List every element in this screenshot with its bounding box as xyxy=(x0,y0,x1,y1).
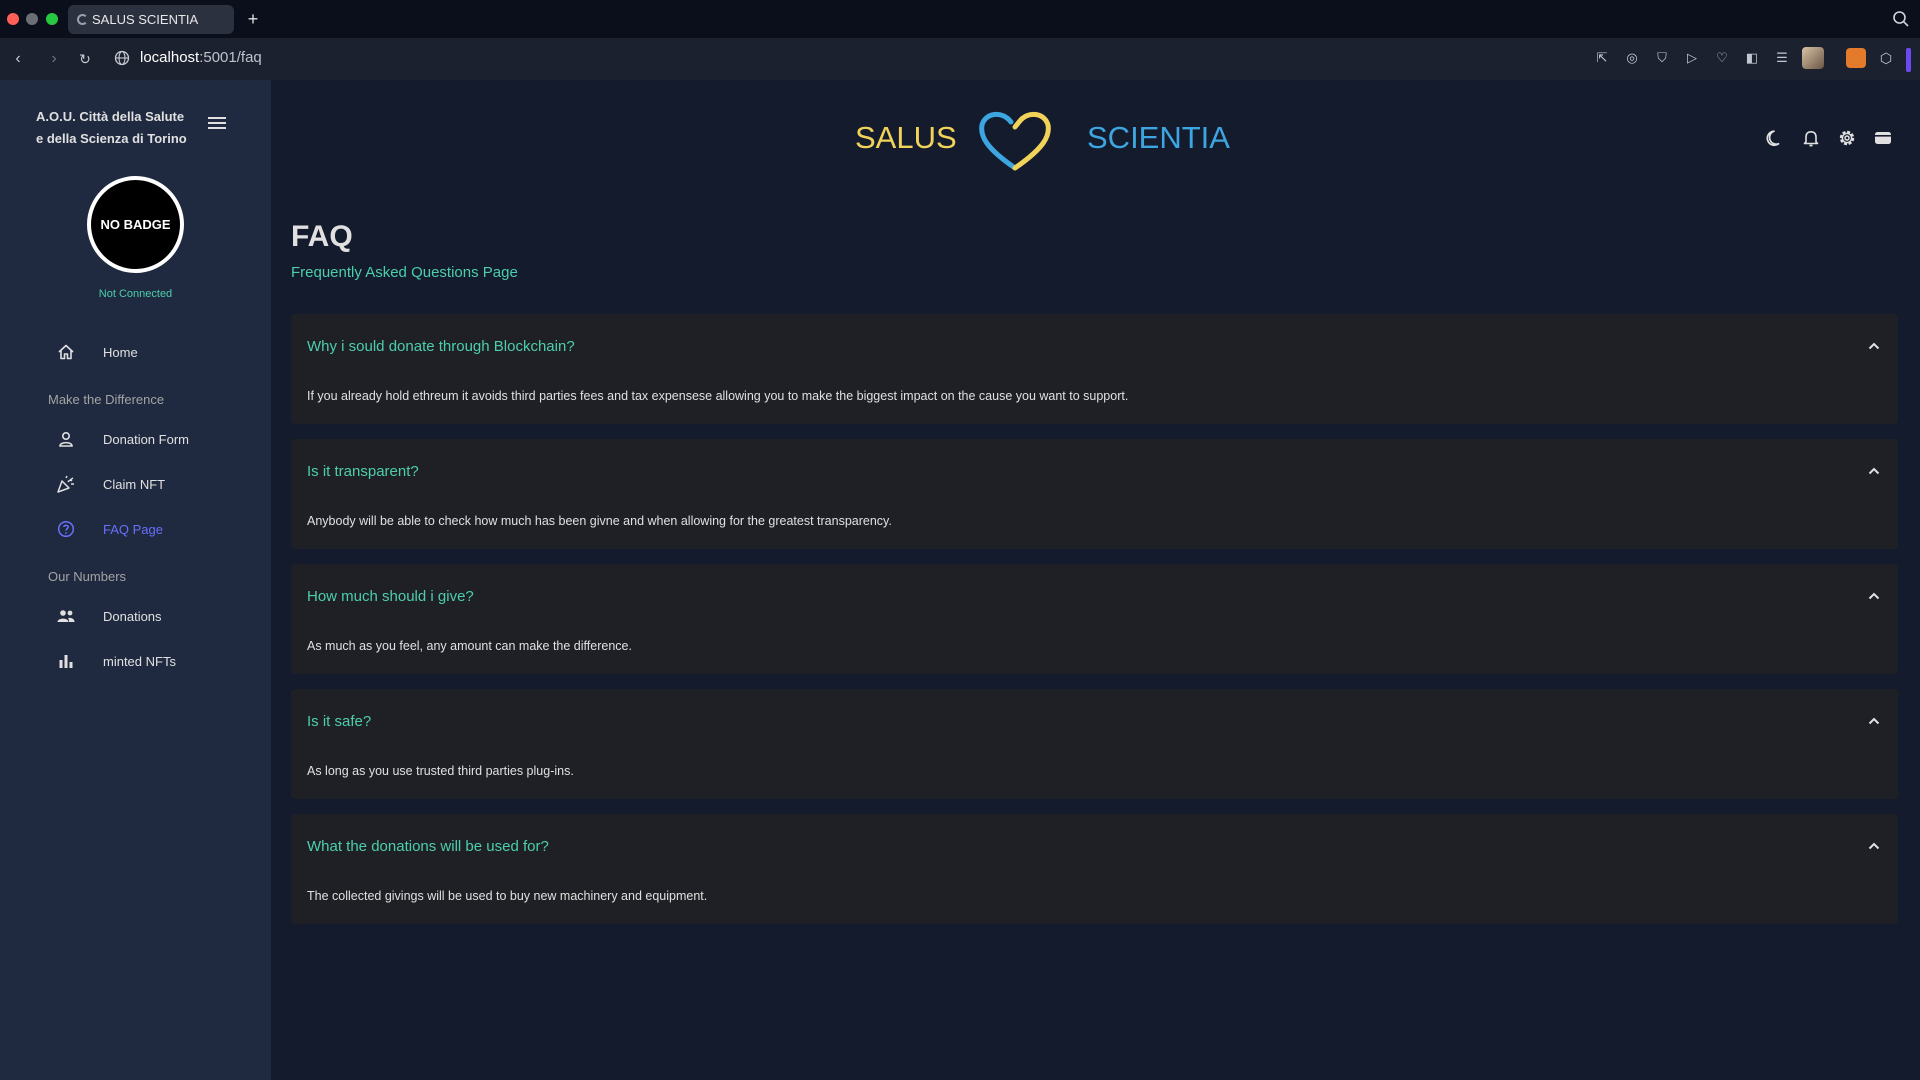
faq-accordion: Why i sould donate through Blockchain? I… xyxy=(291,314,1898,939)
page-subtitle: Frequently Asked Questions Page xyxy=(291,264,518,281)
faq-answer: The collected givings will be used to bu… xyxy=(307,889,708,903)
menu-lines-icon[interactable]: ☰ xyxy=(1772,48,1792,68)
faq-question[interactable]: How much should i give? xyxy=(307,588,474,605)
celebration-icon xyxy=(56,474,76,494)
brand-name-salus: SALUS xyxy=(855,120,957,155)
faq-question[interactable]: Is it transparent? xyxy=(307,463,419,480)
heart-icon[interactable]: ♡ xyxy=(1712,48,1732,68)
faq-answer: If you already hold ethreum it avoids th… xyxy=(307,389,1129,403)
faq-answer: As long as you use trusted third parties… xyxy=(307,764,574,778)
new-tab-button[interactable]: + xyxy=(243,9,263,29)
sidebar: A.O.U. Città della Salute e della Scienz… xyxy=(0,80,271,1080)
url-host: localhost xyxy=(140,49,200,66)
extensions-cube-icon[interactable]: ⬡ xyxy=(1876,48,1896,68)
reload-icon[interactable]: ↻ xyxy=(74,48,96,70)
browser-titlebar: SALUS SCIENTIA + xyxy=(0,0,1920,38)
sidebar-item-label: Donation Form xyxy=(103,431,189,447)
sidebar-item-label: Donations xyxy=(103,608,162,624)
faq-item[interactable]: Is it safe? As long as you use trusted t… xyxy=(291,689,1898,799)
maximize-window-button[interactable] xyxy=(46,13,58,25)
dark-mode-moon-icon[interactable] xyxy=(1764,127,1786,149)
loading-spinner-icon xyxy=(77,14,88,25)
people-icon xyxy=(56,606,76,626)
play-icon[interactable]: ▷ xyxy=(1682,48,1702,68)
heart-logo-icon xyxy=(979,112,1051,171)
home-icon xyxy=(56,342,76,362)
settings-gear-icon[interactable] xyxy=(1836,127,1858,149)
sidebar-toggle-icon[interactable]: ◧ xyxy=(1742,48,1762,68)
close-window-button[interactable] xyxy=(7,13,19,25)
faq-question[interactable]: What the donations will be used for? xyxy=(307,838,549,855)
connection-status: Not Connected xyxy=(98,288,173,300)
forward-icon[interactable]: › xyxy=(43,48,65,70)
chevron-up-icon[interactable] xyxy=(1866,463,1882,479)
notifications-bell-icon[interactable] xyxy=(1800,127,1822,149)
chevron-up-icon[interactable] xyxy=(1866,588,1882,604)
app-root: A.O.U. Città della Salute e della Scienz… xyxy=(0,80,1920,1080)
metamask-extension-icon[interactable] xyxy=(1846,48,1866,68)
minimize-window-button[interactable] xyxy=(26,13,38,25)
sidebar-item-label: Home xyxy=(103,344,138,360)
person-icon xyxy=(56,429,76,449)
faq-item[interactable]: What the donations will be used for? The… xyxy=(291,814,1898,924)
chevron-up-icon[interactable] xyxy=(1866,838,1882,854)
sidebar-item-claim-nft[interactable]: Claim NFT xyxy=(56,472,165,496)
camera-icon[interactable]: ◎ xyxy=(1622,48,1642,68)
sidebar-item-label: FAQ Page xyxy=(103,521,163,537)
bar-chart-icon xyxy=(56,651,76,671)
faq-item[interactable]: Why i sould donate through Blockchain? I… xyxy=(291,314,1898,424)
url-path: :5001/faq xyxy=(199,49,262,66)
sidebar-item-home[interactable]: Home xyxy=(56,340,138,364)
tab-title: SALUS SCIENTIA xyxy=(92,12,199,27)
address-bar[interactable]: localhost:5001/faq xyxy=(140,49,262,66)
user-badge: NO BADGE xyxy=(87,176,184,273)
sidebar-item-label: minted NFTs xyxy=(103,653,176,669)
faq-answer: Anybody will be able to check how much h… xyxy=(307,514,892,528)
faq-question[interactable]: Why i sould donate through Blockchain? xyxy=(307,338,575,355)
help-circle-icon xyxy=(56,519,76,539)
search-icon[interactable] xyxy=(1892,10,1910,28)
shield-icon[interactable]: ⛉ xyxy=(1652,48,1672,68)
chevron-up-icon[interactable] xyxy=(1866,338,1882,354)
profile-avatar[interactable] xyxy=(1802,47,1824,69)
faq-item[interactable]: Is it transparent? Anybody will be able … xyxy=(291,439,1898,549)
sidebar-item-minted-nfts[interactable]: minted NFTs xyxy=(56,649,176,673)
faq-question[interactable]: Is it safe? xyxy=(307,713,371,730)
wallet-icon[interactable] xyxy=(1872,127,1894,149)
browser-tab[interactable]: SALUS SCIENTIA xyxy=(68,5,234,34)
brand-name-scientia: SCIENTIA xyxy=(1087,120,1230,155)
sidebar-item-label: Claim NFT xyxy=(103,476,166,492)
faq-item[interactable]: How much should i give? As much as you f… xyxy=(291,564,1898,674)
globe-icon xyxy=(114,50,130,66)
sidebar-item-faq-page[interactable]: FAQ Page xyxy=(56,517,163,541)
sidebar-item-donation-form[interactable]: Donation Form xyxy=(56,427,189,451)
chevron-up-icon[interactable] xyxy=(1866,713,1882,729)
menu-toggle-icon[interactable] xyxy=(206,114,228,134)
section-title-make-the-difference: Make the Difference xyxy=(48,392,165,407)
page-title: FAQ xyxy=(291,220,353,253)
share-icon[interactable]: ⇱ xyxy=(1592,48,1612,68)
back-icon[interactable]: ‹ xyxy=(7,48,29,70)
faq-answer: As much as you feel, any amount can make… xyxy=(307,639,632,653)
browser-accent-bar xyxy=(1906,48,1911,72)
sidebar-item-donations[interactable]: Donations xyxy=(56,604,162,628)
section-title-our-numbers: Our Numbers xyxy=(48,569,127,584)
